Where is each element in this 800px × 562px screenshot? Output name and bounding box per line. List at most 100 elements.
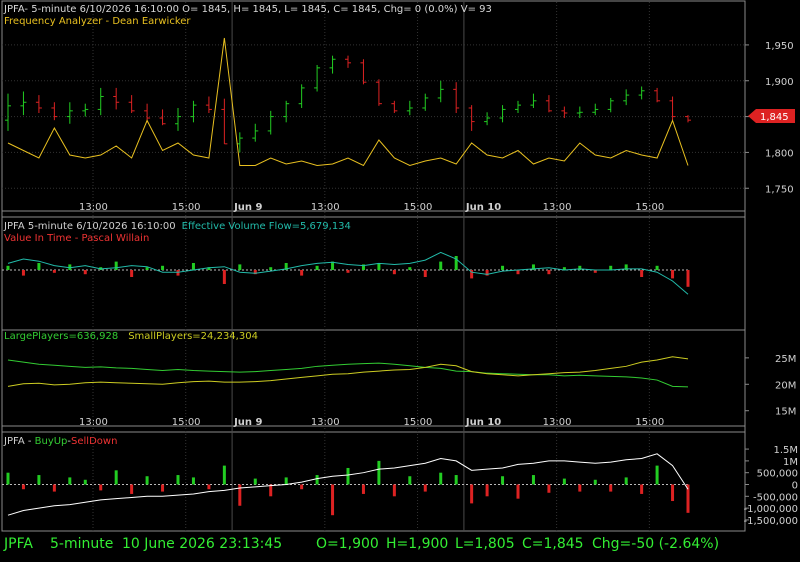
buyup-tick-label: 1.5M: [773, 445, 798, 456]
buyup-bar: [640, 484, 644, 494]
buyup-bar: [578, 484, 582, 492]
grid-layer: [1, 0, 746, 532]
candle: [468, 105, 475, 131]
effective-volume-flow-panel: [6, 251, 690, 295]
buyup-bar: [253, 478, 257, 485]
buyup-bar: [671, 484, 675, 502]
candle: [499, 105, 506, 123]
candle: [267, 110, 274, 135]
buyup-bar: [37, 475, 41, 485]
efv-flow-line: [7, 251, 689, 295]
time-tick-label: 13:00: [311, 202, 340, 213]
buyup-bar: [130, 484, 134, 494]
value-in-time-label: Value In Time - Pascal Willain: [4, 233, 149, 244]
players-line-smallplayers: [7, 356, 689, 387]
efv-bar: [21, 270, 25, 276]
candle: [82, 103, 89, 117]
buyup-selldown-label: JPFA - BuyUp-SellDown: [3, 436, 117, 447]
price-tag: 1,845: [748, 109, 795, 123]
buyup-bar: [408, 476, 412, 485]
efv-title-prefix: JPFA 5-minute 6/10/2026 16:10:00: [3, 221, 176, 232]
candle: [205, 96, 212, 113]
players-label: LargePlayers=636,928 SmallPlayers=24,234,…: [4, 331, 258, 342]
players-tick-label: 15M: [775, 407, 796, 418]
time-tick-label: Jun 10: [465, 202, 501, 213]
small-players-label: SmallPlayers=24,234,304: [128, 331, 258, 342]
buyup-bar: [114, 470, 118, 485]
time-tick-label: 15:00: [404, 417, 433, 428]
status-open: O=1,900: [316, 536, 379, 552]
buyup-bar: [609, 484, 613, 492]
large-players-label: LargePlayers=636,928: [4, 331, 118, 342]
candle: [607, 97, 614, 113]
candle: [20, 91, 27, 116]
candle: [530, 93, 537, 108]
buyup-bar: [145, 476, 149, 485]
time-tick-label: Jun 9: [233, 417, 262, 428]
candle: [623, 89, 630, 106]
candle: [97, 87, 104, 116]
efv-bar: [145, 267, 149, 270]
price-tick-label: 1,800: [765, 148, 794, 159]
buyup-bar: [361, 484, 365, 494]
efv-bar: [655, 265, 659, 270]
candle: [654, 87, 661, 103]
efv-bar: [640, 270, 644, 277]
candle: [345, 55, 351, 68]
efv-bar: [269, 267, 273, 270]
efv-bar: [346, 270, 350, 273]
buyup-bar: [562, 478, 566, 485]
panel-border: [1, 329, 746, 433]
candle: [437, 80, 444, 103]
candle: [221, 98, 228, 145]
time-tick-label: 13:00: [311, 417, 340, 428]
status-change: Chg=-50 (-2.64%): [592, 536, 720, 552]
candle: [190, 100, 197, 123]
panel-border: [1, 0, 746, 218]
efv-bar: [392, 270, 396, 275]
time-tick-label: 15:00: [635, 417, 664, 428]
buyup-bar: [207, 484, 211, 490]
buyup-bar: [485, 484, 489, 497]
status-low: L=1,805: [455, 536, 515, 552]
buyup-bar: [531, 475, 535, 485]
time-tick-label: Jun 9: [233, 202, 262, 213]
players-tick-label: 25M: [775, 354, 796, 365]
buyup-bar: [269, 484, 273, 497]
efv-bar: [300, 270, 304, 276]
efv-bar: [191, 263, 195, 270]
time-tick-label: 15:00: [635, 202, 664, 213]
buyup-bar: [346, 467, 350, 485]
buyup-tick-label: -1,500,000: [743, 516, 798, 527]
time-tick-label: 13:00: [79, 202, 108, 213]
buyup-bar: [501, 476, 505, 485]
efv-bar: [439, 261, 443, 270]
buyup-bar: [176, 475, 180, 485]
candle: [5, 93, 11, 131]
buyup-tick-label: -500,000: [753, 492, 798, 503]
efv-bar: [222, 270, 226, 284]
status-interval: 5-minute: [50, 536, 114, 552]
price-tick-label: 1,950: [765, 41, 794, 52]
candle: [422, 93, 429, 111]
candle: [515, 100, 521, 113]
buyup-bar: [191, 477, 195, 485]
candle: [406, 100, 413, 116]
buyup-bar: [516, 484, 520, 499]
candle: [685, 115, 691, 123]
buyup-bar: [21, 484, 25, 490]
efv-bar: [52, 270, 56, 273]
status-bar: JPFA 5-minute 10 June 2026 23:13:45 O=1,…: [0, 532, 800, 562]
time-tick-label: 13:00: [543, 202, 572, 213]
players-tick-label: 20M: [775, 380, 796, 391]
buyup-bar: [655, 465, 659, 485]
buyup-bar: [439, 472, 443, 485]
efv-bar: [408, 267, 412, 270]
buyup-tick-label: -1,000,000: [743, 504, 798, 515]
axis-layer: 13:00 15:00 Jun 9 13:00 15:00 Jun 10 13:00 15:0…: [79, 41, 798, 527]
time-tick-label: 15:00: [172, 202, 201, 213]
buyup-bar: [454, 475, 458, 485]
frequency-analyzer-label: Frequency Analyzer - Dean Earwicker: [4, 16, 191, 27]
candle: [314, 64, 321, 92]
efv-bar: [547, 270, 551, 275]
